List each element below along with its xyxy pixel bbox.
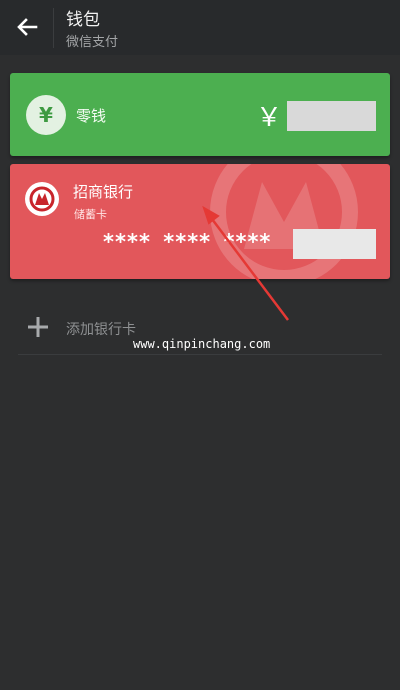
top-app-bar: 钱包 微信支付	[0, 0, 400, 55]
card-type-label: 储蓄卡	[74, 208, 107, 221]
bank-name: 招商银行	[73, 183, 134, 201]
website-watermark: www.qinpinchang.com	[131, 337, 273, 351]
bank-card-cmb[interactable]: 招商银行 储蓄卡 **** **** ****	[10, 164, 390, 279]
back-button[interactable]	[10, 10, 44, 44]
page-title: 钱包	[66, 10, 100, 30]
list-divider	[18, 354, 382, 355]
arrow-left-icon	[17, 18, 38, 36]
page-subtitle: 微信支付	[66, 35, 119, 50]
plus-icon	[28, 317, 48, 337]
change-label: 零钱	[76, 107, 107, 125]
card-tail-redacted-mask	[293, 229, 376, 259]
yuan-coin-icon: ¥	[26, 95, 66, 135]
bank-logo-watermark-icon	[210, 164, 358, 279]
currency-symbol: ￥	[256, 103, 283, 133]
cmb-bank-logo-icon	[25, 182, 59, 216]
balance-redacted-mask	[287, 101, 376, 131]
masked-card-number: **** **** ****	[103, 230, 272, 254]
change-balance-card[interactable]: ¥ 零钱 ￥	[10, 73, 390, 156]
header-divider	[53, 8, 54, 48]
add-bank-card-label: 添加银行卡	[66, 322, 136, 338]
